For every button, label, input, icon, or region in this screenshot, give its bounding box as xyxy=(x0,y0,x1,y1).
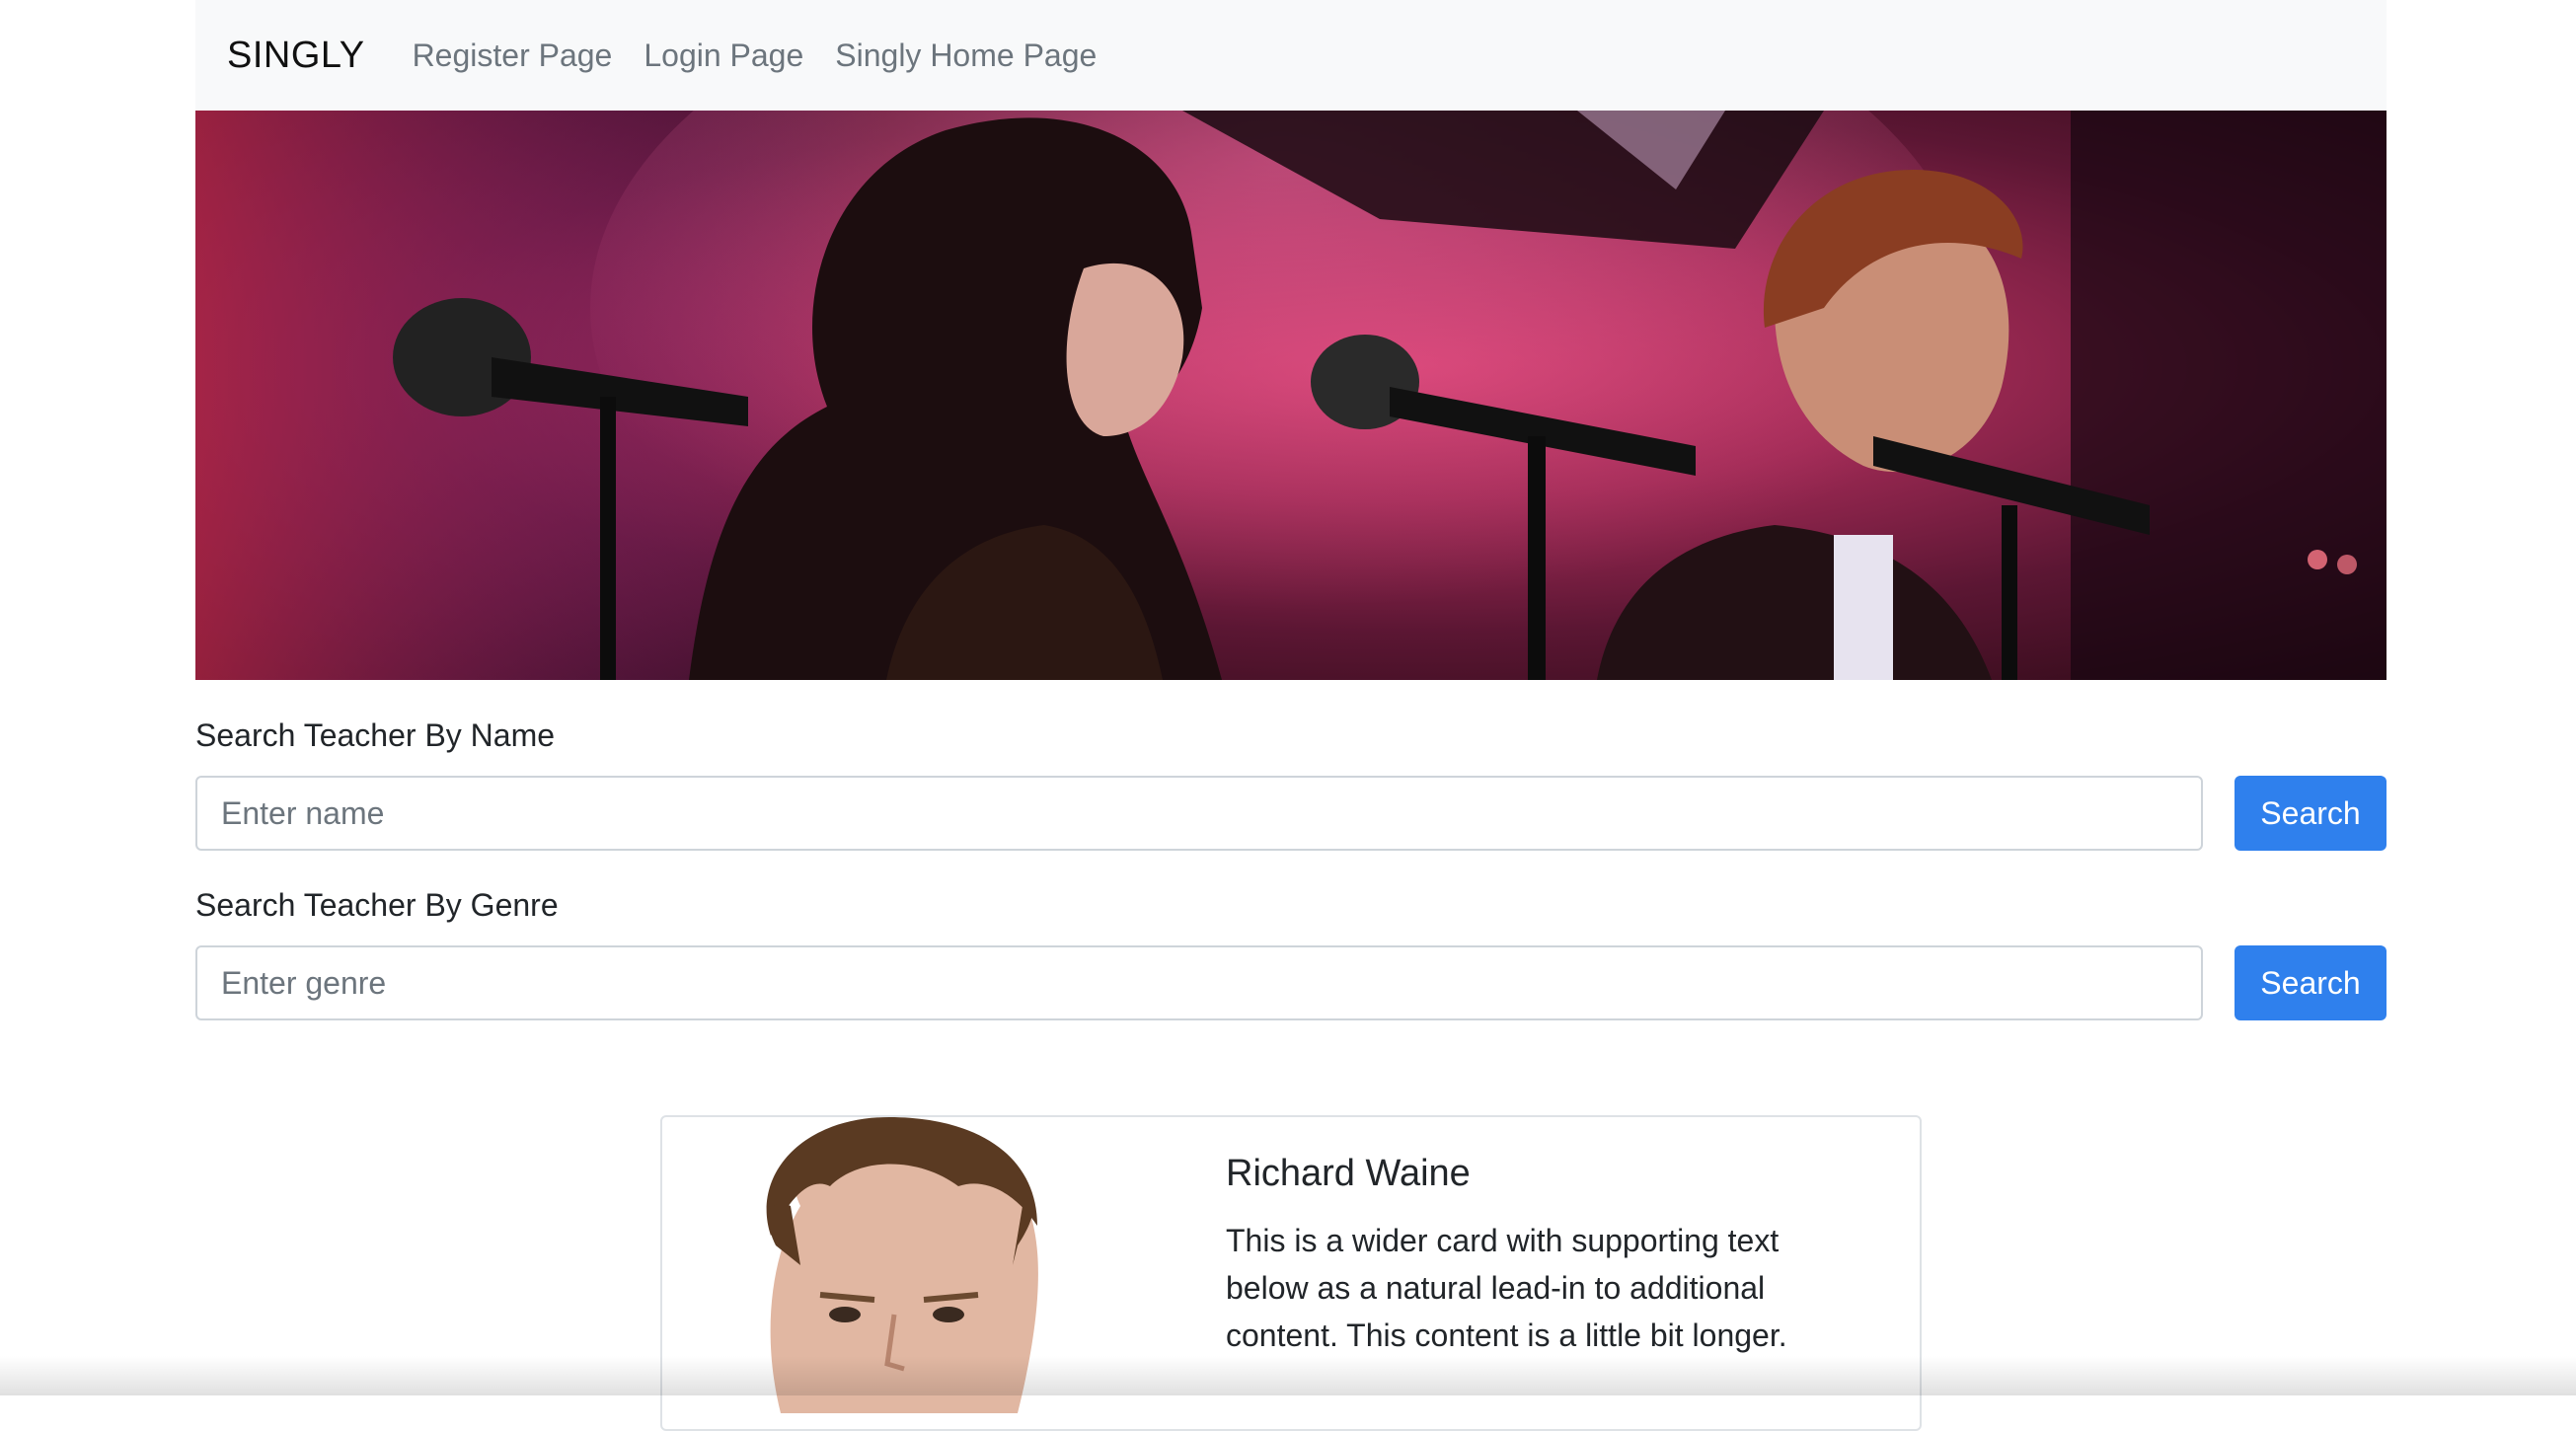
brand-logo[interactable]: SINGLY xyxy=(227,35,365,77)
teacher-name[interactable]: Richard Waine xyxy=(1226,1153,1857,1195)
nav-home-link[interactable]: Singly Home Page xyxy=(835,38,1097,74)
search-name-row: Search xyxy=(195,776,2387,851)
search-genre-button[interactable]: Search xyxy=(2235,945,2387,1020)
hero-illustration xyxy=(195,111,2387,680)
search-name-label: Search Teacher By Name xyxy=(195,717,556,753)
teacher-description: This is a wider card with supporting tex… xyxy=(1226,1223,1787,1353)
page-container: SINGLY Register Page Login Page Singly H… xyxy=(195,0,2387,1020)
teacher-card[interactable]: Richard Waine This is a wider card with … xyxy=(660,1115,1922,1431)
card-body: Richard Waine This is a wider card with … xyxy=(1226,1153,1857,1359)
nav-login-link[interactable]: Login Page xyxy=(644,38,803,74)
teacher-photo xyxy=(721,1117,1057,1413)
search-genre-label: Search Teacher By Genre xyxy=(195,887,559,923)
search-genre-row: Search xyxy=(195,945,2387,1020)
search-name-button[interactable]: Search xyxy=(2235,776,2387,851)
search-genre-input[interactable] xyxy=(195,945,2203,1020)
search-name-input[interactable] xyxy=(195,776,2203,851)
navbar: SINGLY Register Page Login Page Singly H… xyxy=(195,0,2387,111)
nav-register-link[interactable]: Register Page xyxy=(413,38,613,74)
hero-banner-image xyxy=(195,111,2387,680)
